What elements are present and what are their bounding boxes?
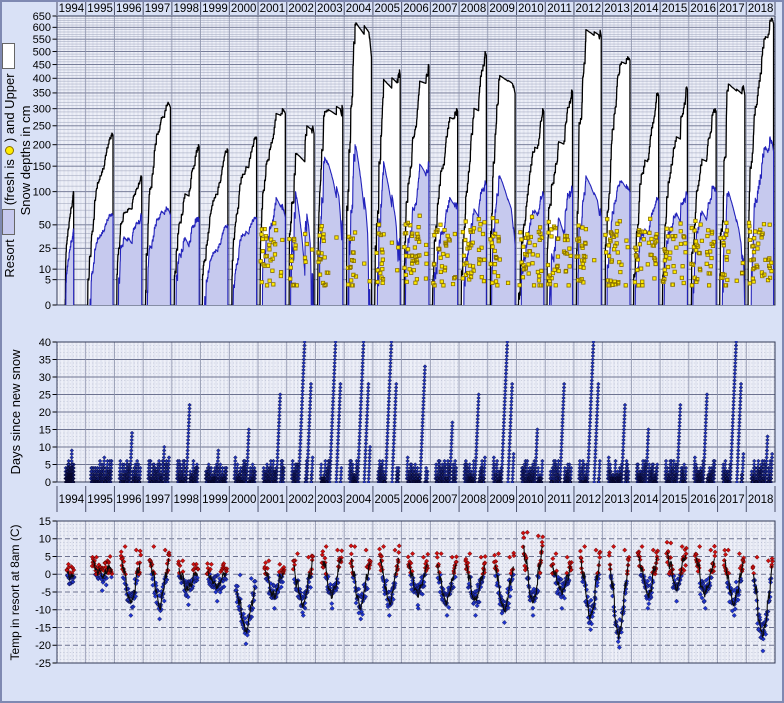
svg-text:2006: 2006 [403, 3, 429, 15]
svg-text:-15: -15 [35, 622, 51, 634]
svg-text:2007: 2007 [432, 3, 458, 15]
svg-text:2004: 2004 [346, 3, 372, 15]
svg-text:650: 650 [33, 11, 51, 23]
svg-text:35: 35 [39, 354, 51, 366]
svg-text:10: 10 [39, 534, 51, 546]
svg-text:-10: -10 [35, 605, 51, 617]
svg-text:2010: 2010 [518, 494, 544, 506]
svg-text:2012: 2012 [576, 3, 602, 15]
svg-text:2018: 2018 [748, 494, 774, 506]
svg-text:2008: 2008 [461, 3, 487, 15]
svg-text:50: 50 [39, 220, 51, 232]
svg-text:2008: 2008 [461, 494, 487, 506]
svg-text:25: 25 [39, 389, 51, 401]
svg-text:450: 450 [33, 59, 51, 71]
svg-text:1997: 1997 [145, 494, 171, 506]
svg-text:2009: 2009 [489, 3, 515, 15]
svg-text:1998: 1998 [173, 494, 199, 506]
svg-text:0: 0 [45, 300, 51, 312]
svg-text:2004: 2004 [346, 494, 372, 506]
svg-text:-25: -25 [35, 658, 51, 670]
svg-text:5: 5 [45, 459, 51, 471]
svg-text:2011: 2011 [547, 494, 572, 506]
chart-canvas: 0510255010015020025030035040045050055060… [0, 0, 784, 703]
svg-text:2000: 2000 [231, 494, 257, 506]
svg-text:5: 5 [45, 551, 51, 563]
svg-text:1998: 1998 [173, 3, 199, 15]
svg-text:-5: -5 [41, 587, 51, 599]
svg-text:100: 100 [33, 186, 51, 198]
svg-text:400: 400 [33, 73, 51, 85]
svg-text:550: 550 [33, 34, 51, 46]
svg-text:25: 25 [39, 243, 51, 255]
svg-text:2005: 2005 [374, 494, 400, 506]
svg-text:2001: 2001 [260, 3, 286, 15]
svg-text:1995: 1995 [87, 494, 113, 506]
svg-text:2006: 2006 [403, 494, 429, 506]
svg-text:1994: 1994 [59, 494, 85, 506]
svg-text:2000: 2000 [231, 3, 257, 15]
svg-text:2011: 2011 [547, 3, 572, 15]
svg-text:1999: 1999 [202, 3, 228, 15]
svg-text:2003: 2003 [317, 494, 343, 506]
svg-text:-20: -20 [35, 640, 51, 652]
svg-text:2013: 2013 [604, 3, 630, 15]
svg-text:2013: 2013 [604, 494, 630, 506]
svg-text:250: 250 [33, 121, 51, 133]
svg-text:2010: 2010 [518, 3, 544, 15]
svg-text:2016: 2016 [690, 3, 716, 15]
svg-text:2015: 2015 [662, 494, 688, 506]
svg-text:2014: 2014 [633, 494, 659, 506]
svg-text:2001: 2001 [260, 494, 286, 506]
svg-text:2002: 2002 [288, 3, 314, 15]
svg-text:150: 150 [33, 161, 51, 173]
top-year-axis: 1994199519961997199819992000200120022003… [57, 2, 775, 15]
svg-text:15: 15 [39, 516, 51, 528]
svg-text:1996: 1996 [116, 3, 142, 15]
svg-text:20: 20 [39, 407, 51, 419]
svg-text:10: 10 [39, 442, 51, 454]
svg-text:350: 350 [33, 88, 51, 100]
svg-text:600: 600 [33, 22, 51, 34]
svg-text:2016: 2016 [690, 494, 716, 506]
svg-text:1996: 1996 [116, 494, 142, 506]
svg-text:2007: 2007 [432, 494, 458, 506]
svg-text:1995: 1995 [87, 3, 113, 15]
svg-text:0: 0 [45, 569, 51, 581]
svg-text:200: 200 [33, 139, 51, 151]
snow-history-chart: 0510255010015020025030035040045050055060… [0, 0, 784, 703]
svg-text:300: 300 [33, 103, 51, 115]
svg-text:2018: 2018 [748, 3, 774, 15]
svg-text:40: 40 [39, 337, 51, 349]
svg-text:15: 15 [39, 424, 51, 436]
svg-text:2017: 2017 [719, 494, 745, 506]
svg-text:10: 10 [39, 264, 51, 276]
svg-text:30: 30 [39, 372, 51, 384]
svg-text:1999: 1999 [202, 494, 228, 506]
svg-text:2009: 2009 [489, 494, 515, 506]
svg-text:0: 0 [45, 477, 51, 489]
svg-text:2003: 2003 [317, 3, 343, 15]
svg-text:2012: 2012 [576, 494, 602, 506]
svg-text:2002: 2002 [288, 494, 314, 506]
svg-text:2014: 2014 [633, 3, 659, 15]
svg-text:500: 500 [33, 46, 51, 58]
svg-text:2015: 2015 [662, 3, 688, 15]
svg-text:2017: 2017 [719, 3, 745, 15]
svg-text:2005: 2005 [374, 3, 400, 15]
svg-text:1997: 1997 [145, 3, 171, 15]
svg-text:1994: 1994 [59, 3, 85, 15]
svg-text:5: 5 [45, 274, 51, 286]
